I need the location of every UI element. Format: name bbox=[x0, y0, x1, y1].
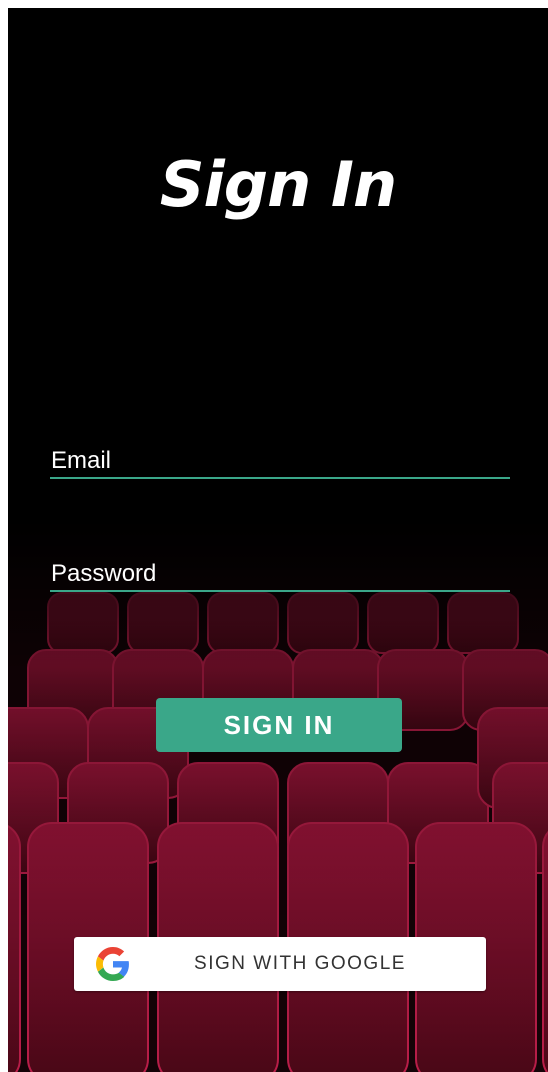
google-sign-in-button[interactable]: SIGN WITH GOOGLE bbox=[74, 937, 486, 991]
google-button-label: SIGN WITH GOOGLE bbox=[194, 953, 406, 974]
password-field-wrapper bbox=[50, 556, 510, 592]
sign-in-screen: Sign In SIGN IN SIGN WITH GOOGLE bbox=[8, 8, 548, 1072]
page-title: Sign In bbox=[159, 148, 397, 221]
password-field[interactable] bbox=[50, 556, 510, 592]
password-underline bbox=[50, 590, 510, 592]
email-field[interactable] bbox=[50, 443, 510, 479]
email-underline bbox=[50, 477, 510, 479]
email-field-wrapper bbox=[50, 443, 510, 479]
sign-in-button[interactable]: SIGN IN bbox=[156, 698, 402, 752]
